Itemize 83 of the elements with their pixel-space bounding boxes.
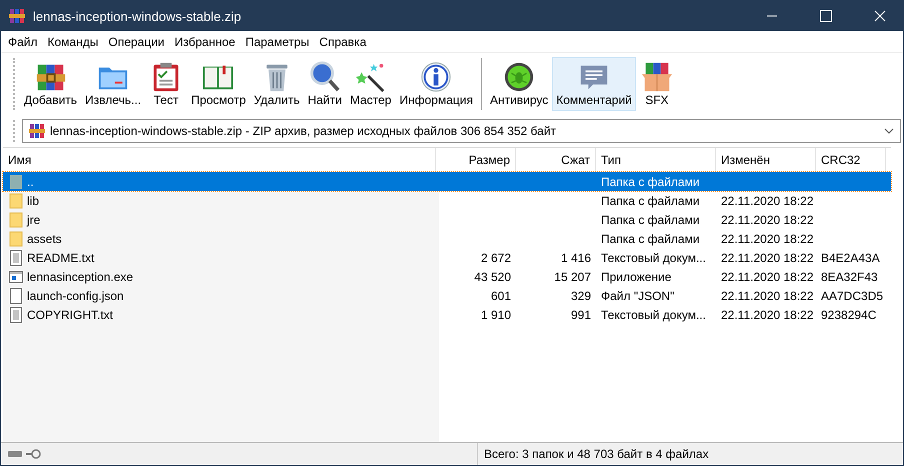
maximize-icon (820, 10, 832, 22)
window-title: lennas-inception-windows-stable.zip (33, 8, 242, 24)
modified-cell: 22.11.2020 18:22 (721, 212, 814, 226)
file-name: jre (27, 212, 40, 226)
toolbar-grip[interactable] (13, 120, 18, 142)
toolbar-grip[interactable] (13, 58, 18, 110)
menu-item[interactable]: Избранное (170, 34, 240, 48)
packed-size-cell: 329 (570, 288, 591, 302)
file-row[interactable]: jre Папка с файлами 22.11.2020 18:22 (3, 210, 891, 229)
file-row[interactable]: launch-config.json 601 329 Файл "JSON" 22.11.2020 18:22 AA7DC3D5 (3, 286, 891, 305)
search-icon (308, 61, 342, 93)
folder-up-icon (9, 174, 23, 190)
toolbar-button[interactable]: Найти (304, 57, 346, 111)
file-name: launch-config.json (27, 288, 124, 302)
type-cell: Приложение (601, 270, 672, 284)
toolbar-button[interactable]: Тест (145, 57, 188, 111)
folder-icon (9, 212, 23, 228)
toolbar-button[interactable]: Комментарий (552, 57, 636, 111)
toolbar-button[interactable]: Информация (395, 57, 477, 111)
folder-icon (9, 230, 23, 246)
box-icon (640, 61, 674, 93)
text-file-icon (9, 250, 23, 266)
status-text: Всего: 3 папок и 48 703 байт в 4 файлах (477, 443, 709, 465)
crc-cell: AA7DC3D5 (821, 288, 884, 302)
type-cell: Папка с файлами (601, 174, 700, 188)
crc-cell: B4E2A43A (821, 250, 880, 264)
file-name: .. (27, 174, 34, 188)
file-name: assets (27, 232, 62, 246)
file-row[interactable]: .. Папка с файлами (3, 172, 891, 191)
type-cell: Папка с файлами (601, 212, 700, 226)
crc-cell: 9238294C (821, 308, 876, 322)
packed-size-cell: 991 (570, 308, 591, 322)
modified-cell: 22.11.2020 18:22 (721, 288, 814, 302)
file-row[interactable]: COPYRIGHT.txt 1 910 991 Текстовый докум... 22.11.2020 18:22 9238294C (3, 305, 891, 324)
modified-cell: 22.11.2020 18:22 (721, 270, 814, 284)
toolbar-button[interactable]: Удалить (250, 57, 304, 111)
key-icon (25, 449, 41, 459)
type-cell: Папка с файлами (601, 194, 700, 208)
size-cell: 2 672 (480, 250, 511, 264)
text-file-icon (9, 306, 23, 322)
file-row[interactable]: assets Папка с файлами 22.11.2020 18:22 (3, 229, 891, 248)
menu-item[interactable]: Файл (3, 34, 43, 48)
archive-icon (29, 123, 45, 139)
size-cell: 601 (490, 288, 511, 302)
menu-item[interactable]: Справка (314, 34, 372, 48)
menu-item[interactable]: Команды (42, 34, 104, 48)
toolbar-button[interactable]: SFX (636, 57, 678, 111)
size-cell: 43 520 (474, 270, 511, 284)
info-icon (419, 61, 454, 93)
modified-cell: 22.11.2020 18:22 (721, 232, 814, 246)
menu-item[interactable]: Операции (103, 34, 170, 48)
file-name: COPYRIGHT.txt (27, 308, 114, 322)
modified-cell: 22.11.2020 18:22 (721, 308, 814, 322)
size-cell: 1 910 (480, 308, 511, 322)
file-row[interactable]: lib Папка с файлами 22.11.2020 18:22 (3, 191, 891, 210)
drive-icon (7, 449, 23, 459)
close-icon (874, 10, 886, 22)
file-icon (9, 288, 23, 304)
file-name: lib (27, 194, 40, 208)
folder-icon (9, 192, 23, 208)
toolbar-button[interactable]: Мастер (346, 57, 396, 111)
toolbar-button[interactable]: Добавить (20, 57, 82, 111)
toolbar-button[interactable]: Просмотр (187, 57, 250, 111)
crc-cell: 8EA32F43 (821, 270, 878, 284)
menu-item[interactable]: Параметры (240, 34, 314, 48)
dropdown-caret-icon[interactable] (884, 128, 894, 134)
toolbar-button[interactable]: Антивирус (486, 57, 552, 111)
toolbar-button[interactable]: Извлечь... (81, 57, 146, 111)
packed-size-cell: 15 207 (554, 270, 591, 284)
modified-cell: 22.11.2020 18:22 (721, 194, 814, 208)
file-name: lennasinception.exe (27, 270, 134, 284)
file-row[interactable]: lennasinception.exe 43 520 15 207 Приложение 22.11.2020 18:22 8EA32F43 (3, 267, 891, 286)
type-cell: Текстовый докум... (601, 308, 706, 322)
app-icon (9, 8, 25, 24)
type-cell: Папка с файлами (601, 232, 700, 246)
address-field[interactable]: lennas-inception-windows-stable.zip - ZIP архив, размер исходных файлов 306 854 352 байт (22, 119, 901, 143)
file-row[interactable]: README.txt 2 672 1 416 Текстовый докум... 22.11.2020 18:22 B4E2A43A (3, 248, 891, 267)
type-cell: Текстовый докум... (601, 250, 706, 264)
file-name: README.txt (27, 250, 94, 264)
application-icon (9, 268, 23, 284)
modified-cell: 22.11.2020 18:22 (721, 250, 814, 264)
packed-size-cell: 1 416 (560, 250, 591, 264)
type-cell: Файл "JSON" (601, 288, 674, 302)
